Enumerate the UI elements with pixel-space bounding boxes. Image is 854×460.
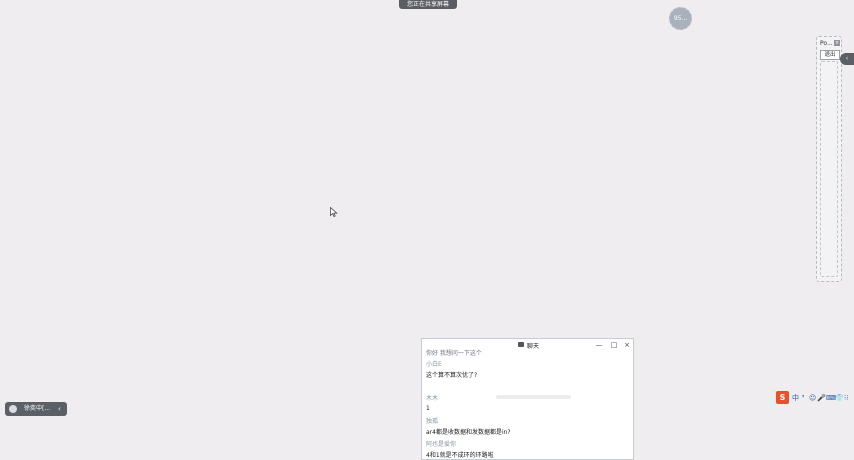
ime-emoji-icon[interactable]: ☺ bbox=[809, 393, 816, 403]
meeting-minimized-pill[interactable]: 徐奕中[... ‹ bbox=[5, 402, 67, 416]
chat-bubble-icon bbox=[518, 342, 524, 347]
side-panel-content bbox=[820, 61, 838, 277]
ime-chinese-mode-icon[interactable]: 中 bbox=[792, 393, 799, 403]
chat-message-list[interactable]: 你好 我想问一下这个 小白E 这个算不算次优了? 木木 1 独孤 ar4都是收数… bbox=[426, 350, 630, 459]
ime-logo-icon[interactable]: S bbox=[776, 391, 789, 404]
meeting-pill-label: 徐奕中[... bbox=[24, 405, 51, 412]
collapse-chevron-icon[interactable]: ‹ bbox=[840, 53, 854, 65]
chat-window: 聊天 — □ × 你好 我想问一下这个 小白E 这个算不算次优了? 木木 1 独… bbox=[421, 338, 634, 460]
chat-sender-name: 独孤 bbox=[426, 418, 439, 425]
side-panel: Po... × 退出 bbox=[816, 36, 842, 282]
screen-share-banner[interactable]: 您正在共享屏幕 bbox=[399, 0, 457, 9]
close-button[interactable]: × bbox=[622, 340, 632, 350]
ime-punctuation-icon[interactable]: ❜ bbox=[802, 393, 804, 403]
side-panel-title: Po... bbox=[820, 40, 833, 47]
minimize-button[interactable]: — bbox=[594, 340, 604, 350]
exit-button[interactable]: 退出 bbox=[820, 50, 840, 60]
chat-sender-name: 阿也是爱你 bbox=[426, 441, 457, 448]
maximize-button[interactable]: □ bbox=[609, 340, 619, 350]
chat-divider bbox=[496, 395, 571, 399]
ime-voice-icon[interactable]: 🎤 bbox=[817, 393, 826, 403]
chat-sender-name: 小白E bbox=[426, 361, 442, 368]
ime-menu-icon[interactable]: ⁝⁝ bbox=[844, 393, 848, 403]
chat-message-text: 你好 我想问一下这个 bbox=[426, 350, 482, 357]
participant-avatar[interactable]: 95... bbox=[669, 7, 692, 30]
ime-skin-icon[interactable]: 👕 bbox=[835, 393, 844, 403]
mouse-cursor-icon bbox=[330, 207, 338, 217]
chat-sender-name: 木木 bbox=[426, 395, 439, 402]
chat-message-text: 4和1就是不成环的环路啦 bbox=[426, 452, 494, 459]
chat-title: 聊天 bbox=[527, 343, 540, 350]
chat-message-text: 1 bbox=[426, 405, 430, 412]
ime-toolbar: S 中 ❜ ☺ 🎤 ⌨ 👕 ⁝⁝ bbox=[776, 391, 852, 405]
chat-message-text: 这个算不算次优了? bbox=[426, 372, 478, 379]
chevron-left-icon[interactable]: ‹ bbox=[58, 402, 61, 416]
close-icon[interactable]: × bbox=[834, 40, 840, 46]
user-icon bbox=[9, 405, 17, 413]
chat-message-text: ar4都是收数据和发数据都是in? bbox=[426, 429, 511, 436]
